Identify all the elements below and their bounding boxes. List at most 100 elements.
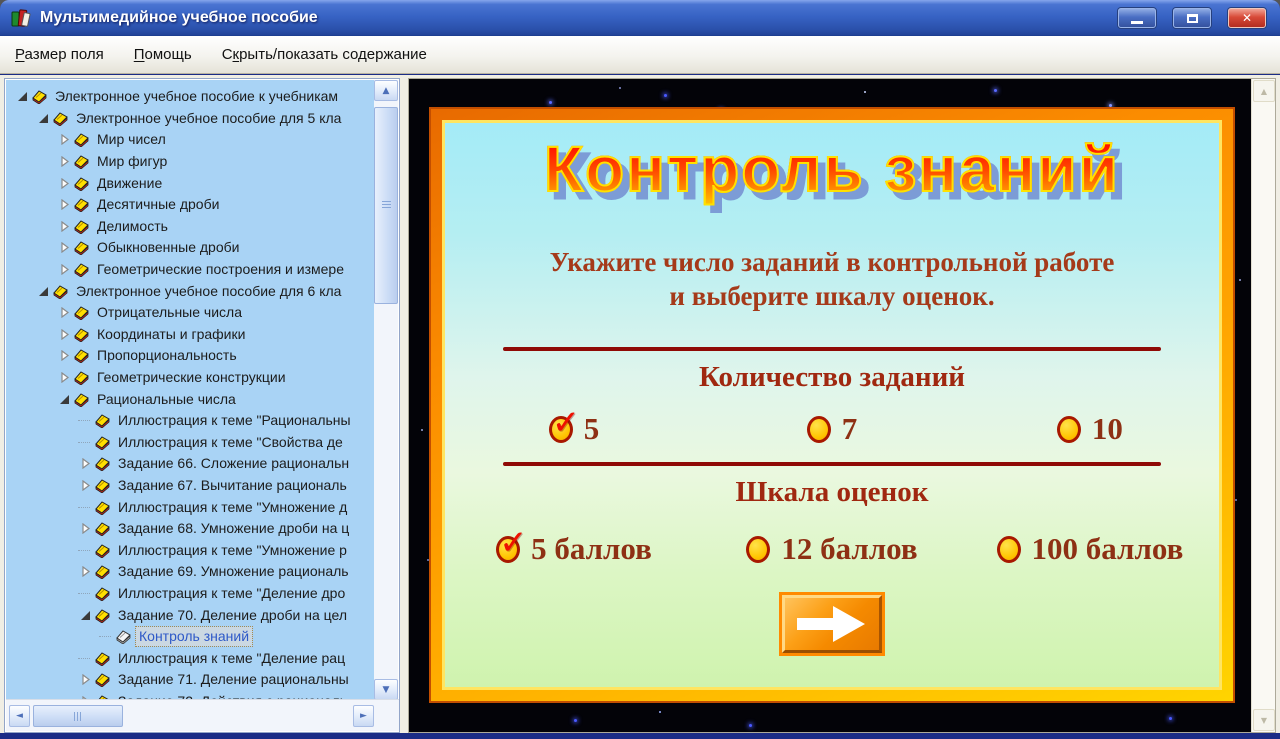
tree-item[interactable]: Мир чисел <box>6 129 375 151</box>
tree-item[interactable]: Десятичные дроби <box>6 194 375 216</box>
radio-option[interactable]: 7 <box>806 411 857 447</box>
tree-item[interactable]: Иллюстрация к теме "Деление дро <box>6 583 375 605</box>
tree-item-label[interactable]: Делимость <box>94 217 171 236</box>
tree-item[interactable]: Иллюстрация к теме "Рациональны <box>6 410 375 432</box>
tree-collapse-icon[interactable] <box>78 608 92 622</box>
tree-expand-icon[interactable] <box>78 457 92 471</box>
close-button[interactable]: ✕ <box>1228 8 1266 28</box>
tree-item-label[interactable]: Электронное учебное пособие к учебникам <box>52 87 341 106</box>
radio-icon[interactable] <box>746 535 771 563</box>
tree-expand-icon[interactable] <box>57 349 71 363</box>
tree-item-label[interactable]: Задание 70. Деление дроби на цел <box>115 606 350 625</box>
tree-item[interactable]: Рациональные числа <box>6 388 375 410</box>
radio-option[interactable]: 100 баллов <box>996 531 1183 567</box>
tree-item[interactable]: Иллюстрация к теме "Деление рац <box>6 647 375 669</box>
radio-option[interactable]: 12 баллов <box>746 531 918 567</box>
next-button[interactable] <box>782 595 882 653</box>
tree-expand-icon[interactable] <box>78 522 92 536</box>
tree-item[interactable]: Иллюстрация к теме "Свойства де <box>6 432 375 454</box>
vertical-scroll-thumb[interactable] <box>374 107 398 304</box>
tree-expand-icon[interactable] <box>57 198 71 212</box>
tree-item[interactable]: Задание 69. Умножение рациональ <box>6 561 375 583</box>
tree-item-label[interactable]: Задание 66. Сложение рациональн <box>115 454 352 473</box>
tree-item-label[interactable]: Иллюстрация к теме "Рациональны <box>115 411 354 430</box>
radio-option[interactable]: 10 <box>1056 411 1123 447</box>
tree-item-label[interactable]: Движение <box>94 174 165 193</box>
tree-item-label[interactable]: Контроль знаний <box>134 626 254 648</box>
radio-option[interactable]: ✓ 5 баллов <box>496 526 652 567</box>
tree-item-label[interactable]: Десятичные дроби <box>94 195 222 214</box>
radio-icon[interactable] <box>806 415 831 443</box>
tree-expand-icon[interactable] <box>57 241 71 255</box>
radio-option[interactable]: ✓ 5 <box>548 406 599 447</box>
tree-item[interactable]: Движение <box>6 172 375 194</box>
tree-horizontal-scrollbar[interactable]: ◄ ► <box>6 699 399 731</box>
tree-expand-icon[interactable] <box>57 133 71 147</box>
tree-collapse-icon[interactable] <box>15 90 29 104</box>
tree-item-label[interactable]: Обыкновенные дроби <box>94 238 242 257</box>
tree-item-label[interactable]: Иллюстрация к теме "Умножение д <box>115 498 350 517</box>
tree-expand-icon[interactable] <box>78 478 92 492</box>
menu-item[interactable]: Размер поля <box>13 43 106 66</box>
tree-item[interactable]: Обыкновенные дроби <box>6 237 375 259</box>
tree-item-label[interactable]: Задание 68. Умножение дроби на ц <box>115 519 352 538</box>
tree-item[interactable]: Мир фигур <box>6 151 375 173</box>
tree-item-label[interactable]: Пропорциональность <box>94 346 240 365</box>
tree-expand-icon[interactable] <box>57 306 71 320</box>
tree-item-label[interactable]: Иллюстрация к теме "Свойства де <box>115 433 346 452</box>
maximize-button[interactable] <box>1173 8 1211 28</box>
tree-item-label[interactable]: Рациональные числа <box>94 390 239 409</box>
tree-expand-icon[interactable] <box>57 176 71 190</box>
tree-item-selected[interactable]: Контроль знаний <box>6 626 375 648</box>
tree-item[interactable]: Задание 71. Деление рациональны <box>6 669 375 691</box>
radio-icon[interactable] <box>996 535 1021 563</box>
menu-item[interactable]: Скрыть/показать содержание <box>220 43 429 66</box>
tree-item[interactable]: Координаты и графики <box>6 324 375 346</box>
tree-expand-icon[interactable] <box>57 263 71 277</box>
tree-item[interactable]: Пропорциональность <box>6 345 375 367</box>
tree-item[interactable]: Иллюстрация к теме "Умножение р <box>6 539 375 561</box>
tree-item[interactable]: Иллюстрация к теме "Умножение д <box>6 496 375 518</box>
tree-item[interactable]: Отрицательные числа <box>6 302 375 324</box>
tree-item[interactable]: Задание 66. Сложение рациональн <box>6 453 375 475</box>
tree-item-label[interactable]: Мир фигур <box>94 152 170 171</box>
radio-selected-icon[interactable]: ✓ <box>496 526 528 563</box>
tree-expand-icon[interactable] <box>57 327 71 341</box>
radio-selected-icon[interactable]: ✓ <box>548 406 580 443</box>
tree-item-label[interactable]: Иллюстрация к теме "Деление рац <box>115 649 348 668</box>
tree-item-label[interactable]: Мир чисел <box>94 130 169 149</box>
tree-item-label[interactable]: Иллюстрация к теме "Деление дро <box>115 584 348 603</box>
tree-item[interactable]: Делимость <box>6 216 375 238</box>
tree-collapse-icon[interactable] <box>36 111 50 125</box>
tree-item-label[interactable]: Задание 71. Деление рациональны <box>115 670 352 689</box>
tree-item[interactable]: Задание 67. Вычитание рациональ <box>6 475 375 497</box>
tree-collapse-icon[interactable] <box>36 284 50 298</box>
tree-expand-icon[interactable] <box>78 673 92 687</box>
tree-expand-icon[interactable] <box>78 565 92 579</box>
tree-expand-icon[interactable] <box>57 219 71 233</box>
minimize-button[interactable] <box>1118 8 1156 28</box>
tree-item-label[interactable]: Электронное учебное пособие для 6 кла <box>73 282 344 301</box>
radio-icon[interactable] <box>1056 415 1081 443</box>
tree-item-label[interactable]: Геометрические конструкции <box>94 368 289 387</box>
tree-item[interactable]: Электронное учебное пособие для 6 кла <box>6 280 375 302</box>
tree-item[interactable]: Геометрические конструкции <box>6 367 375 389</box>
tree-item-label[interactable]: Иллюстрация к теме "Умножение р <box>115 541 350 560</box>
tree-item[interactable]: Электронное учебное пособие к учебникам <box>6 86 375 108</box>
tree-item[interactable]: Задание 68. Умножение дроби на ц <box>6 518 375 540</box>
scroll-up-button[interactable]: ▲ <box>374 80 398 101</box>
tree-item[interactable]: Геометрические построения и измере <box>6 259 375 281</box>
scroll-right-button[interactable]: ► <box>353 705 374 727</box>
tree-expand-icon[interactable] <box>57 371 71 385</box>
tree-collapse-icon[interactable] <box>57 392 71 406</box>
scroll-down-button[interactable]: ▼ <box>374 679 398 700</box>
tree-item[interactable]: Задание 70. Деление дроби на цел <box>6 604 375 626</box>
tree-item-label[interactable]: Электронное учебное пособие для 5 кла <box>73 109 344 128</box>
menu-item[interactable]: Помощь <box>132 43 194 66</box>
tree-expand-icon[interactable] <box>57 155 71 169</box>
horizontal-scroll-thumb[interactable] <box>33 705 123 727</box>
tree-item-label[interactable]: Координаты и графики <box>94 325 248 344</box>
scroll-left-button[interactable]: ◄ <box>9 705 30 727</box>
tree-item-label[interactable]: Отрицательные числа <box>94 303 245 322</box>
tree-item-label[interactable]: Геометрические построения и измере <box>94 260 347 279</box>
